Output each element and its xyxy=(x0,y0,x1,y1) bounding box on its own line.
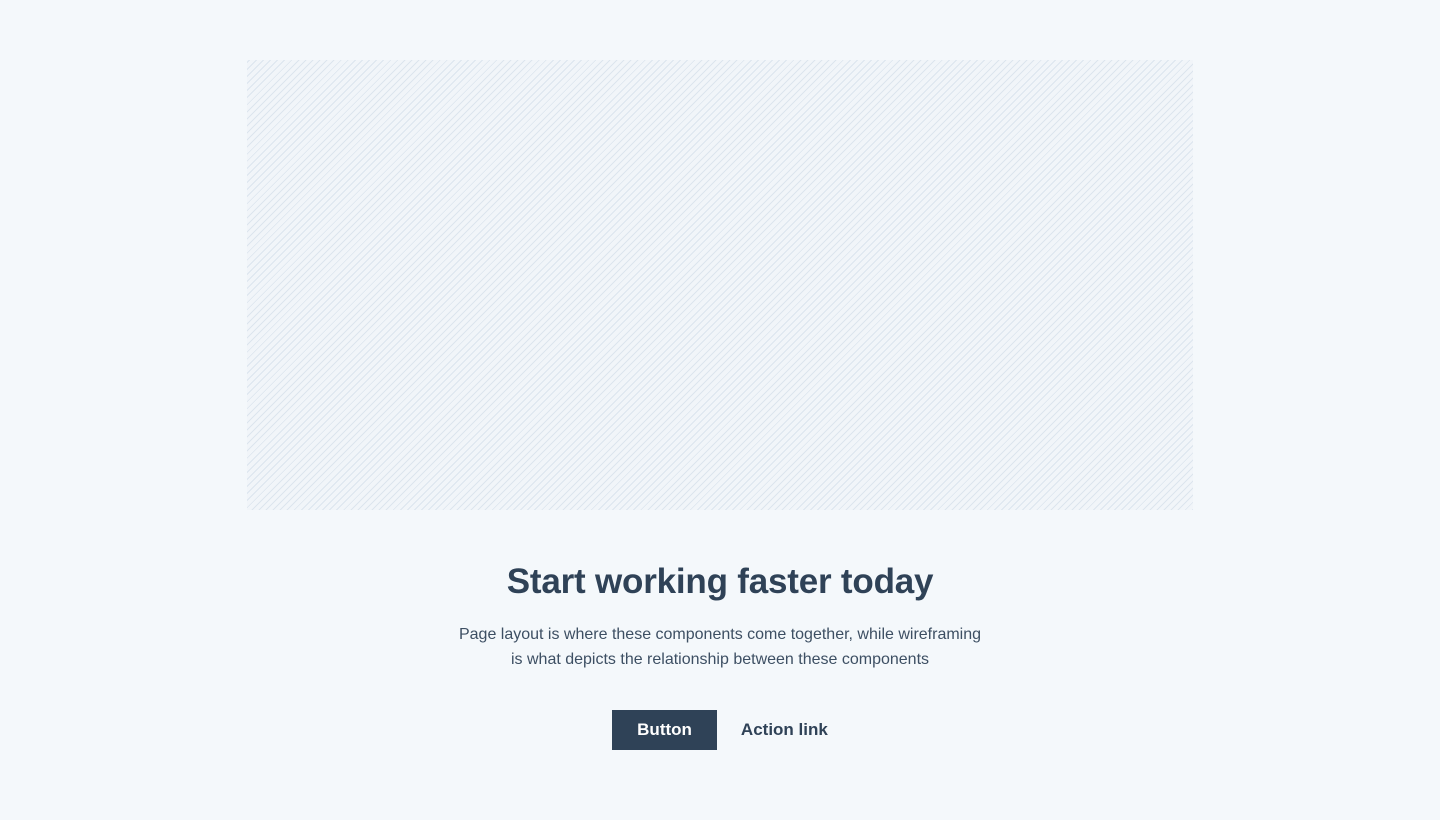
hero-image-placeholder xyxy=(247,60,1193,510)
action-link[interactable]: Action link xyxy=(741,720,828,740)
actions-row: Button Action link xyxy=(0,710,1440,750)
page-title: Start working faster today xyxy=(506,562,934,601)
description: Page layout is where these components co… xyxy=(420,622,1020,672)
primary-button[interactable]: Button xyxy=(612,710,717,750)
description-line-1: Page layout is where these components co… xyxy=(458,626,982,643)
hero-content: Start working faster today Page layout i… xyxy=(0,560,1440,672)
description-line-2: is what depicts the relationship between… xyxy=(510,651,930,668)
